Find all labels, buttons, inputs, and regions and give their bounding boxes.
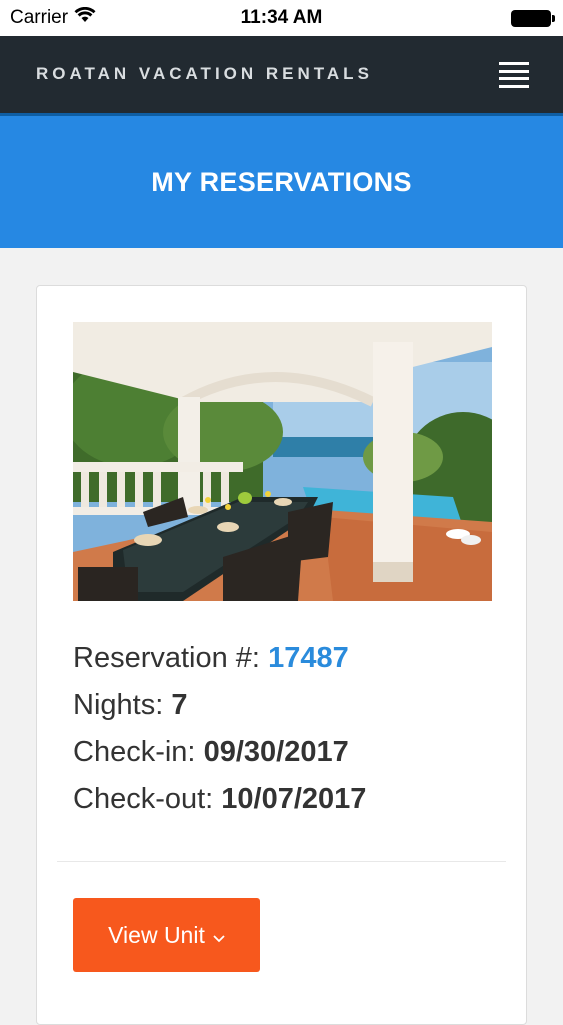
menu-line [499,77,529,81]
menu-line [499,84,529,88]
view-unit-button[interactable]: View Unit [73,898,260,972]
status-bar: Carrier 11:34 AM [0,0,563,36]
reservation-number-label: Reservation #: [73,642,260,674]
battery-icon [511,9,555,27]
checkin-row: Check-in: 09/30/2017 [73,729,493,776]
menu-line [499,69,529,73]
checkout-label: Check-out: [73,783,214,815]
reservation-details: Reservation #: 17487 Nights: 7 Check-in:… [73,635,493,823]
checkout-row: Check-out: 10/07/2017 [73,776,493,823]
view-unit-label: View Unit [108,921,205,948]
reservation-number-link[interactable]: 17487 [268,642,349,674]
status-left: Carrier [10,6,96,29]
checkout-value: 10/07/2017 [221,783,367,815]
reservation-number-row: Reservation #: 17487 [73,635,493,682]
checkin-value: 09/30/2017 [203,736,349,768]
divider [57,861,506,862]
menu-line [499,62,529,65]
wifi-icon [74,6,96,29]
patio-image [73,322,492,601]
property-photo [73,322,492,601]
nights-label: Nights: [73,689,164,721]
nights-value: 7 [171,689,188,721]
navbar: ROATAN VACATION RENTALS [0,36,563,116]
reservation-card: Reservation #: 17487 Nights: 7 Check-in:… [36,285,527,1025]
page-title: MY RESERVATIONS [151,166,412,197]
checkin-label: Check-in: [73,736,196,768]
hamburger-menu-icon[interactable] [499,62,529,88]
brand-title[interactable]: ROATAN VACATION RENTALS [36,64,373,84]
nights-row: Nights: 7 [73,682,493,729]
carrier-label: Carrier [10,7,69,28]
chevron-down-icon [213,922,225,949]
page-banner: MY RESERVATIONS [0,116,563,248]
